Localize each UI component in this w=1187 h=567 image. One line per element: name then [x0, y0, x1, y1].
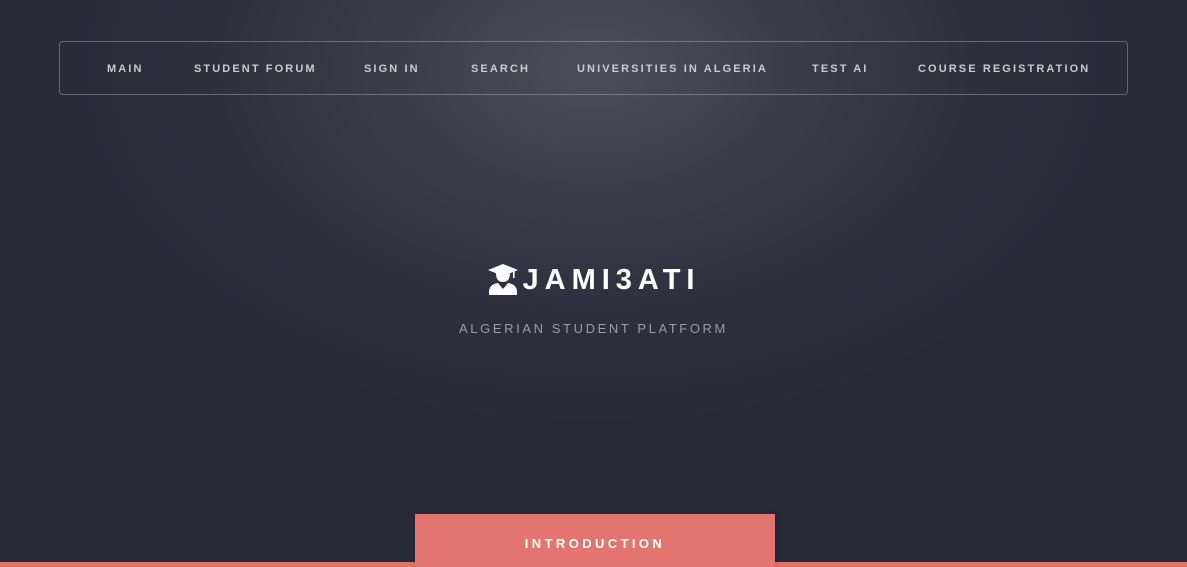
main-nav: MAIN STUDENT FORUM SIGN IN SEARCH UNIVER… — [59, 41, 1128, 95]
nav-item-course-registration[interactable]: COURSE REGISTRATION — [918, 42, 1090, 96]
nav-item-sign-in[interactable]: SIGN IN — [364, 42, 420, 96]
site-subtitle: ALGERIAN STUDENT PLATFORM — [459, 321, 728, 336]
nav-item-test-ai[interactable]: TEST AI — [812, 42, 868, 96]
nav-item-student-forum[interactable]: STUDENT FORUM — [194, 42, 317, 96]
site-title: JAMI3ATI — [522, 263, 701, 296]
graduate-icon — [487, 262, 519, 296]
introduction-tab[interactable]: INTRODUCTION — [415, 514, 775, 567]
introduction-label: INTRODUCTION — [524, 536, 666, 551]
nav-item-main[interactable]: MAIN — [107, 42, 144, 96]
nav-item-universities-in-algeria[interactable]: UNIVERSITIES IN ALGERIA — [577, 42, 768, 96]
nav-item-search[interactable]: SEARCH — [471, 42, 530, 96]
site-brand: JAMI3ATI — [0, 263, 1187, 305]
